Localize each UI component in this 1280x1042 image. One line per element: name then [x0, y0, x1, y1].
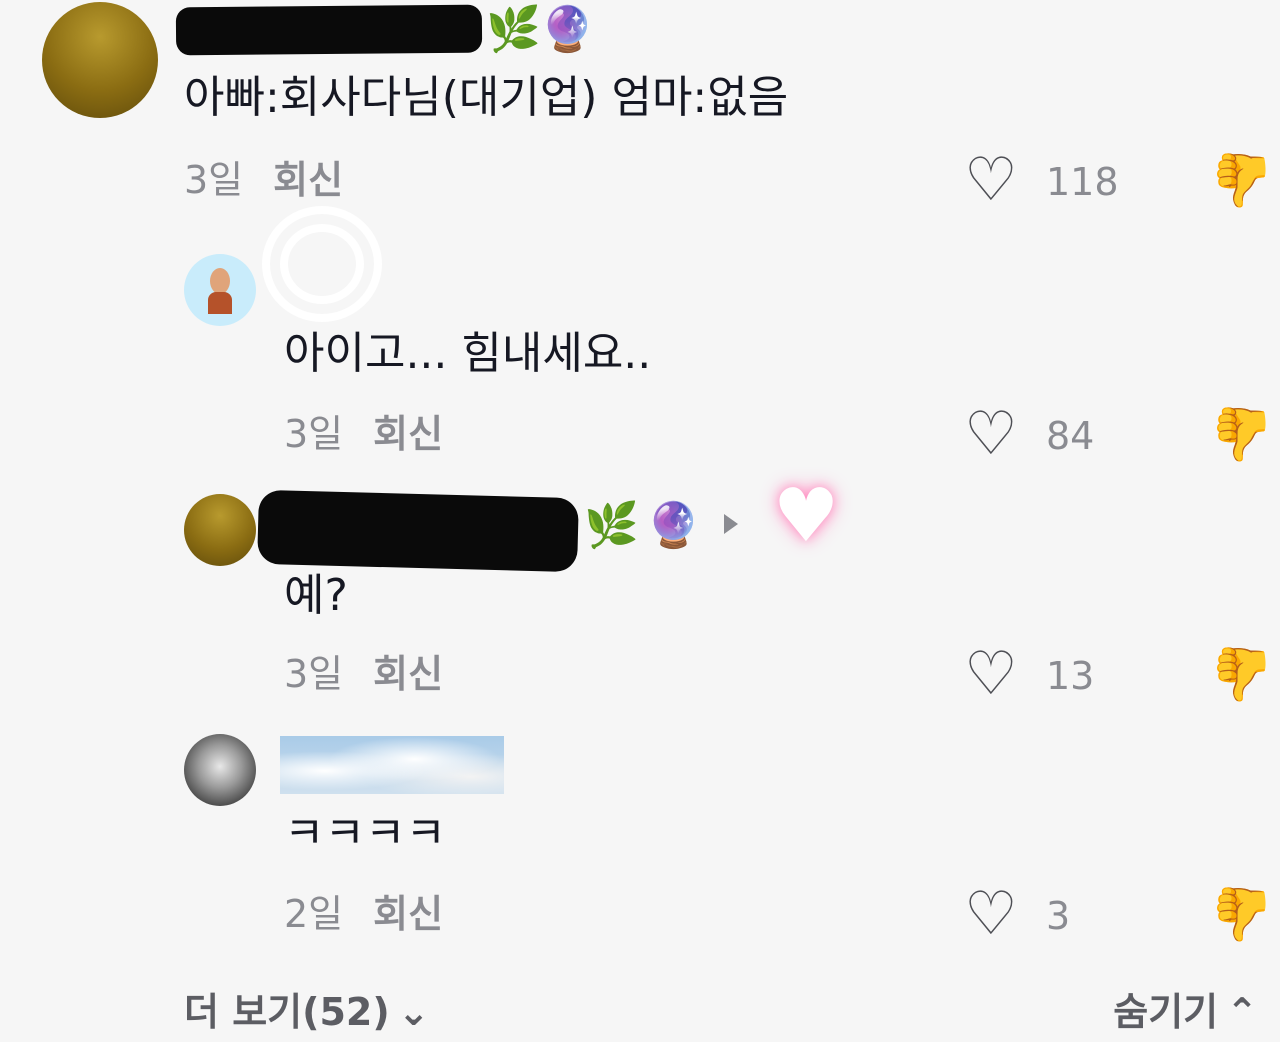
- comment-text: ㅋㅋㅋㅋ: [284, 808, 446, 859]
- view-more-button[interactable]: 더 보기(52) ⌄: [184, 988, 430, 1036]
- comment-time: 3일: [284, 652, 344, 696]
- leaf-badge: 🌿: [584, 500, 639, 551]
- comment-time: 3일: [284, 412, 344, 456]
- reply-button[interactable]: 회신: [373, 412, 443, 456]
- comment-meta: 3일 회신: [184, 158, 343, 202]
- avatar[interactable]: [42, 2, 158, 118]
- heart-icon[interactable]: ♡: [964, 884, 1018, 944]
- avatar-face: [210, 268, 230, 294]
- avatar[interactable]: [184, 494, 256, 566]
- redacted-username: [257, 489, 579, 573]
- view-more-label: 더 보기(52): [184, 990, 390, 1034]
- crystal-ball-badge: 🔮: [646, 500, 701, 551]
- comment-text: 아이고... 힘내세요..: [284, 328, 652, 379]
- crystal-ball-badge: 🔮: [540, 4, 595, 55]
- heart-icon[interactable]: ♡: [964, 644, 1018, 704]
- comment-text: 예?: [284, 570, 348, 621]
- leaf-badge: 🌿: [486, 4, 541, 55]
- comment-text: 아빠:회사다님(대기업) 엄마:없음: [184, 72, 789, 123]
- avatar[interactable]: [184, 254, 256, 326]
- hide-label: 숨기기: [1113, 990, 1219, 1034]
- dislike-icon[interactable]: 👍: [1210, 404, 1275, 464]
- like-count: 13: [1046, 654, 1095, 698]
- dislike-icon[interactable]: 👍: [1210, 644, 1275, 704]
- hide-button[interactable]: 숨기기 ⌃: [1113, 988, 1258, 1036]
- comment-meta: 2일 회신: [284, 892, 443, 936]
- comment-time: 2일: [284, 892, 344, 936]
- scribble-redaction: [262, 206, 382, 322]
- username-image: [280, 736, 504, 794]
- reply-button[interactable]: 회신: [373, 892, 443, 936]
- reply-button[interactable]: 회신: [373, 652, 443, 696]
- reply-button[interactable]: 회신: [273, 158, 343, 202]
- chevron-up-icon: ⌃: [1226, 990, 1258, 1034]
- like-count: 84: [1046, 414, 1095, 458]
- like-count: 118: [1046, 160, 1119, 204]
- like-count: 3: [1046, 894, 1071, 938]
- comment-meta: 3일 회신: [284, 652, 443, 696]
- avatar[interactable]: [184, 734, 256, 806]
- heart-sticker-icon: ♥: [772, 473, 840, 559]
- heart-icon[interactable]: ♡: [964, 404, 1018, 464]
- heart-icon[interactable]: ♡: [964, 150, 1018, 210]
- avatar-body: [208, 292, 232, 314]
- comment-meta: 3일 회신: [284, 412, 443, 456]
- dislike-icon[interactable]: 👍: [1210, 884, 1275, 944]
- comment-time: 3일: [184, 158, 244, 202]
- redacted-username: [175, 4, 483, 56]
- reply-arrow-icon: [724, 514, 738, 534]
- dislike-icon[interactable]: 👍: [1210, 150, 1275, 210]
- chevron-down-icon: ⌄: [397, 990, 430, 1034]
